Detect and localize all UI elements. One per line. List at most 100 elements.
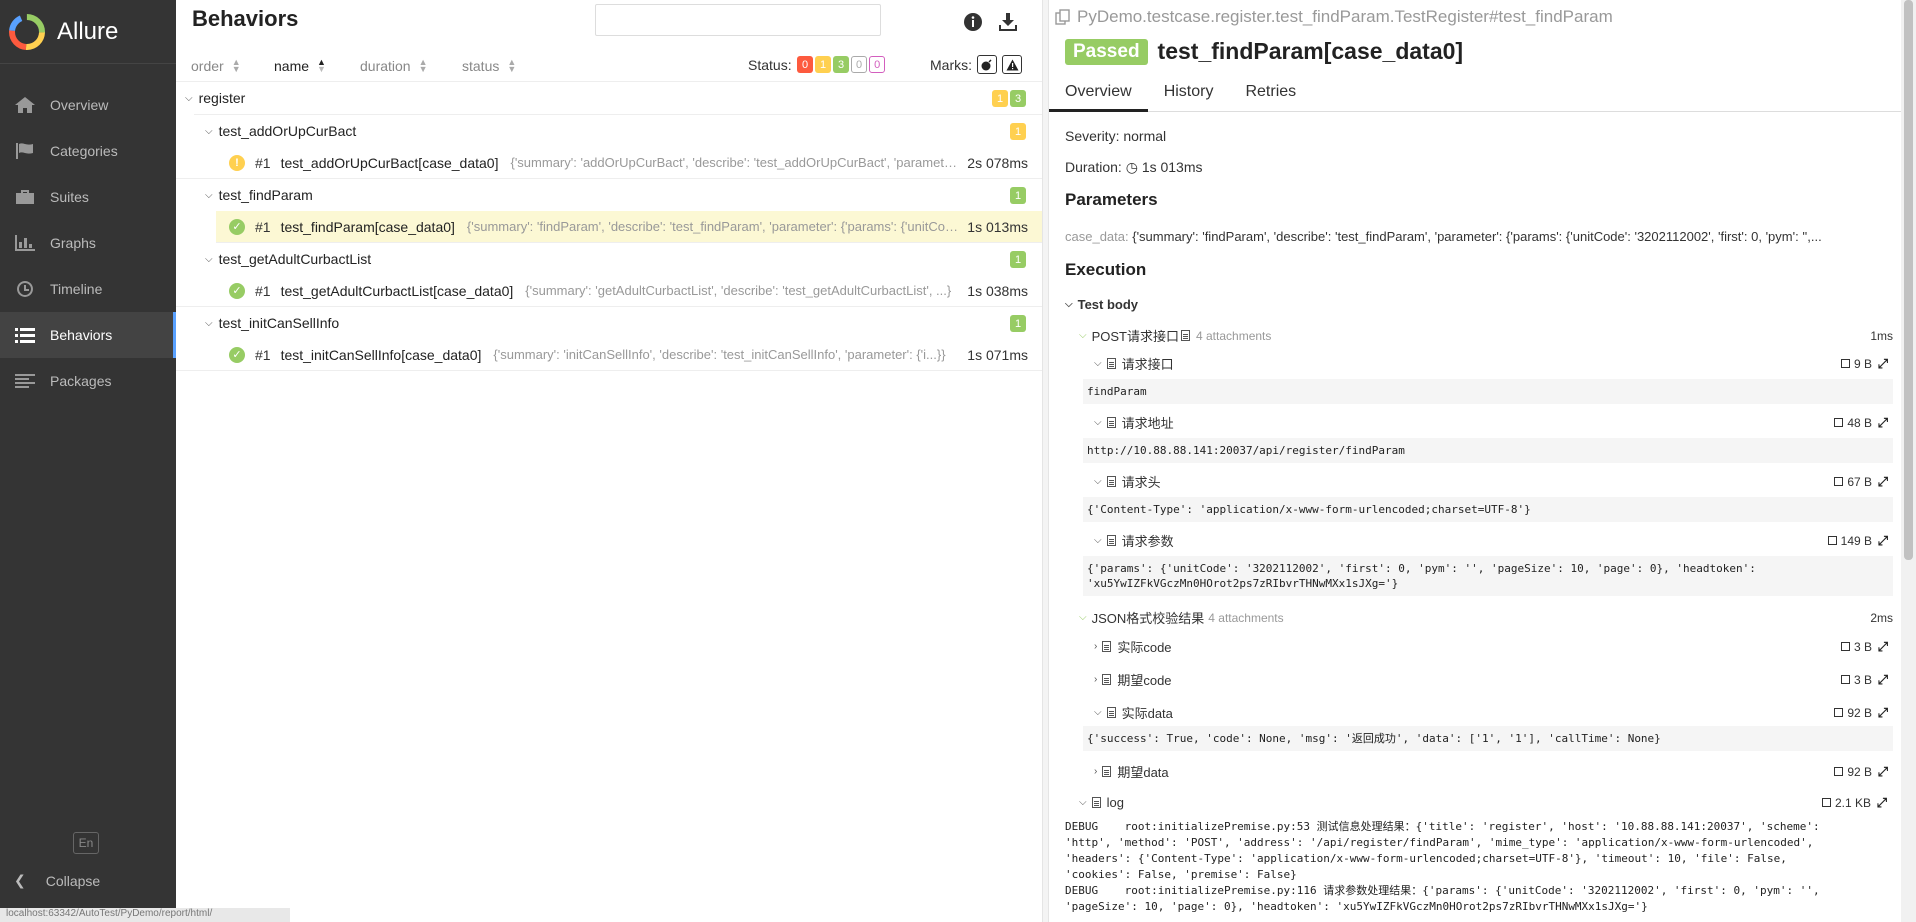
expand-icon[interactable]: ⤢ [1877,795,1887,811]
tab-retries[interactable]: Retries [1229,80,1312,112]
tree-feature[interactable]: ⌵ test_initCanSellInfo 1 [176,307,1042,339]
file-size-icon [1821,798,1831,807]
test-row[interactable]: ! #1 test_addOrUpCurBact[case_data0] {'s… [176,147,1042,179]
tree-feature[interactable]: ⌵ test_findParam 1 [176,179,1042,211]
log-attachment-row[interactable]: ⌵ log 2.1 KB ⤢ [1079,795,1893,811]
attachment-row[interactable]: ⌵ 请求接口 9 B ⤢ [1094,354,1894,373]
expand-icon[interactable]: ⤢ [1878,415,1888,431]
step-post-request[interactable]: ⌵ POST请求接口 4 attachments 1ms [1079,326,1893,345]
info-icon[interactable] [963,12,983,32]
test-name: test_addOrUpCurBact[case_data0] [280,154,499,171]
sidebar-item-timeline[interactable]: Timeline [0,266,176,312]
sidebar-item-categories[interactable]: Categories [0,128,176,174]
feature-name: test_findParam [218,187,313,203]
log-content: DEBUG root:initializePremise.py:53 测试信息处… [1065,820,1820,913]
expand-icon[interactable]: ⤢ [1878,764,1888,780]
sidebar-item-graphs[interactable]: Graphs [0,220,176,266]
language-button[interactable]: En [73,832,99,854]
broken-count-badge: 1 [1010,123,1026,140]
sidebar-item-overview[interactable]: Overview [0,82,176,128]
status-badge: Passed [1065,38,1148,65]
status-filter-skipped[interactable]: 0 [851,56,868,73]
attachment-size-text: 92 B [1847,705,1872,720]
tab-history[interactable]: History [1148,80,1230,112]
test-row[interactable]: ✓ #1 test_getAdultCurbactList[case_data0… [176,275,1042,307]
expand-icon[interactable]: ⤢ [1878,533,1888,549]
sidebar-item-packages[interactable]: Packages [0,358,176,404]
align-left-icon [15,374,35,388]
attachment-row[interactable]: ⌵ 实际data 92 B ⤢ [1094,703,1894,722]
chevron-down-icon: ⌵ [205,125,213,137]
bar-chart-icon [15,235,35,251]
feature-name: test_addOrUpCurBact [218,123,357,139]
pane-splitter[interactable] [1042,0,1049,922]
test-name: test_findParam[case_data0] [280,218,455,235]
chevron-down-icon: ⌵ [1065,299,1073,310]
mark-flaky-button[interactable] [977,55,997,74]
attachment-row[interactable]: ⌵ 请求头 67 B ⤢ [1094,472,1894,491]
parameters-heading: Parameters [1065,190,1158,209]
chevron-down-icon: ⌵ [1094,358,1102,369]
status-filter-unknown[interactable]: 0 [869,56,886,73]
attachment-row[interactable]: ⌵ 请求地址 48 B ⤢ [1094,413,1894,432]
download-icon[interactable] [998,12,1018,32]
test-row-selected[interactable]: ✓ #1 test_findParam[case_data0] {'summar… [216,211,1042,243]
parameter-value: {'summary': 'findParam', 'describe': 'te… [1132,229,1822,244]
expand-icon[interactable]: ⤢ [1878,705,1888,721]
test-body-label: Test body [1077,297,1139,312]
parameter-row: case_data: {'summary': 'findParam', 'des… [1065,229,1895,244]
file-size-icon [1834,418,1844,427]
attachment-row[interactable]: › 实际code 3 B ⤢ [1094,637,1894,656]
step-time: 2ms [1870,610,1893,625]
test-params: {'summary': 'getAdultCurbactList', 'desc… [525,283,952,298]
attachment-icon [1106,476,1116,487]
attachment-icon [1106,417,1116,428]
scrollbar-thumb[interactable] [1904,0,1913,560]
test-title: test_findParam[case_data0] [1157,38,1464,64]
tree-group-register[interactable]: ⌵ register 13 [176,82,1042,114]
test-number: #1 [255,154,271,171]
status-filter-failed[interactable]: 0 [797,56,813,73]
search-input[interactable] [595,4,881,36]
sidebar-item-suites[interactable]: Suites [0,174,176,220]
attachment-name: 实际code [1117,640,1172,655]
collapse-button[interactable]: ❮ Collapse [14,872,100,889]
severity-value: normal [1123,128,1167,144]
test-row[interactable]: ✓ #1 test_initCanSellInfo[case_data0] {'… [176,339,1042,371]
attachment-row[interactable]: › 期望code 3 B ⤢ [1094,670,1894,689]
status-filter-broken[interactable]: 1 [815,56,831,73]
tab-overview[interactable]: Overview [1049,80,1148,112]
status-filter-passed[interactable]: 3 [833,56,849,73]
sidebar-item-label: Packages [50,373,112,389]
attachment-size-text: 67 B [1847,474,1872,489]
sort-status[interactable]: status ▲ ▼ [462,58,516,75]
expand-icon[interactable]: ⤢ [1878,474,1888,490]
behaviors-header: Behaviors [176,0,1042,44]
step-json-validation[interactable]: ⌵ JSON格式校验结果 4 attachments 2ms [1079,608,1893,627]
sort-duration[interactable]: duration ▲ ▼ [360,58,428,75]
expand-icon[interactable]: ⤢ [1878,639,1888,655]
sidebar-item-label: Graphs [50,235,96,251]
attachment-size: 2.1 KB [1821,796,1871,810]
chevron-down-icon: ⌵ [1094,535,1102,546]
scrollbar[interactable] [1901,0,1916,922]
attachment-row[interactable]: › 期望data 92 B ⤢ [1094,762,1894,781]
feature-counts: 1 [1008,315,1026,332]
parameter-name: case_data: [1065,229,1129,244]
sort-order[interactable]: order ▲ ▼ [191,58,241,75]
brand[interactable]: Allure [0,0,176,64]
attachment-row[interactable]: ⌵ 请求参数 149 B ⤢ [1094,531,1894,550]
copy-icon[interactable] [1055,9,1071,25]
attachment-name: 请求地址 [1121,416,1174,431]
attachment-icon [1091,797,1101,808]
sidebar-item-behaviors[interactable]: Behaviors [0,312,176,358]
expand-icon[interactable]: ⤢ [1878,672,1888,688]
attachment-icon [1106,535,1116,546]
feature-counts: 1 [1008,123,1026,140]
tree-feature[interactable]: ⌵ test_addOrUpCurBact 1 [176,115,1042,147]
sort-name[interactable]: name ▲ ▼ [274,58,326,75]
test-body-toggle[interactable]: ⌵ Test body [1065,297,1138,312]
mark-newfailed-button[interactable] [1002,55,1022,74]
expand-icon[interactable]: ⤢ [1878,356,1888,372]
tree-feature[interactable]: ⌵ test_getAdultCurbactList 1 [176,243,1042,275]
